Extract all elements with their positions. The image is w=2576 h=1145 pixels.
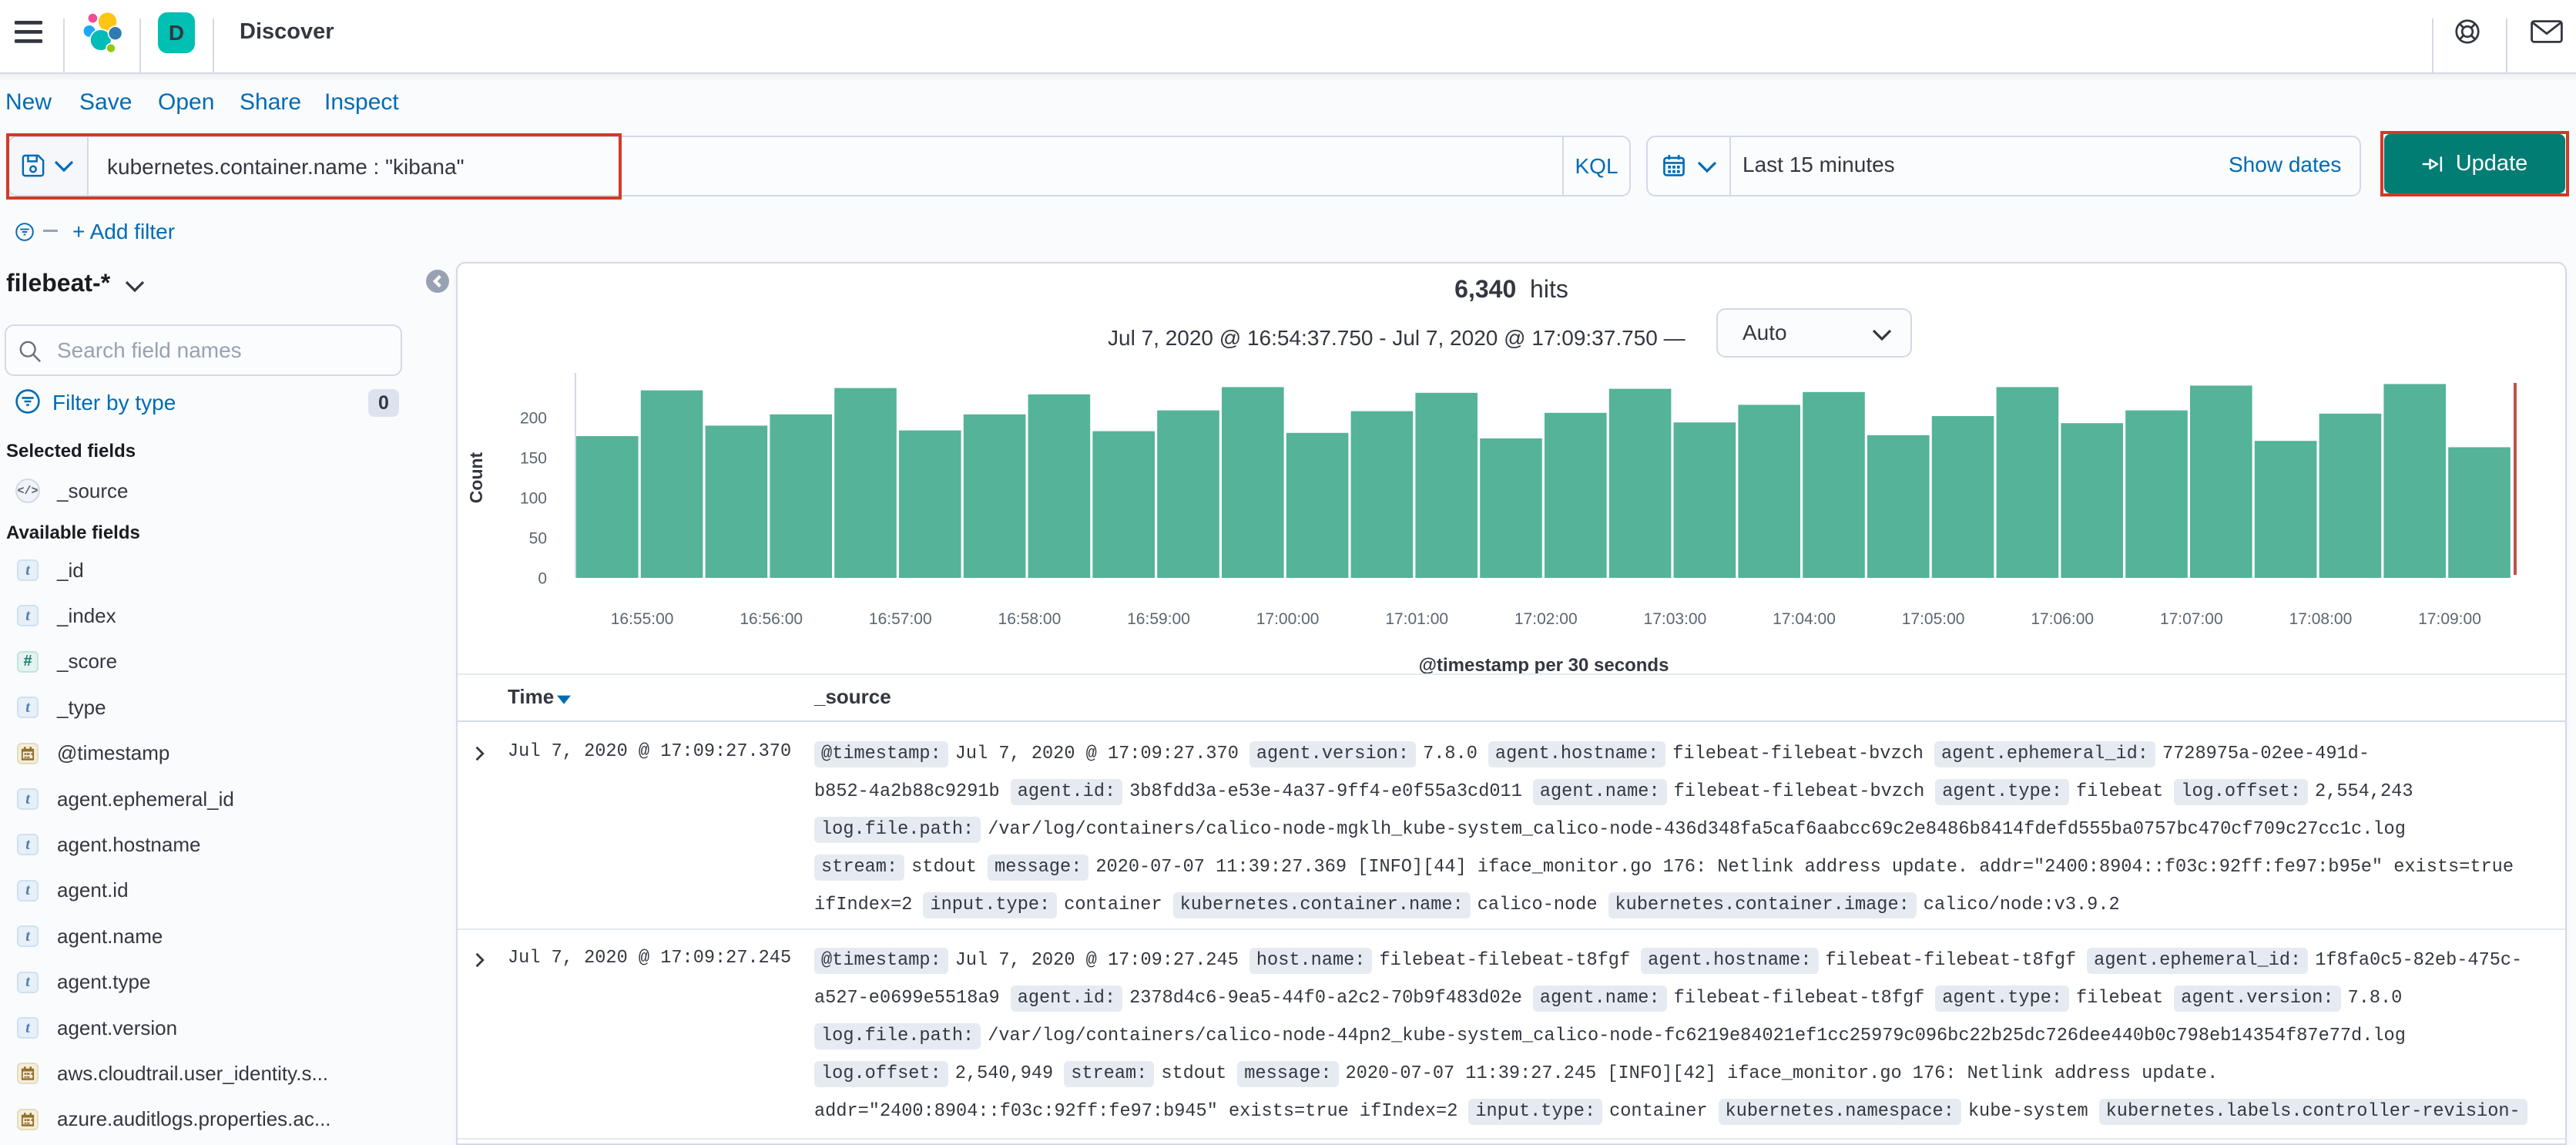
svg-text:0: 0 <box>538 570 547 588</box>
svg-text:16:58:00: 16:58:00 <box>998 610 1062 628</box>
svg-text:200: 200 <box>520 410 547 428</box>
svg-text:100: 100 <box>520 490 547 508</box>
svg-text:16:56:00: 16:56:00 <box>740 610 803 628</box>
svg-text:16:57:00: 16:57:00 <box>869 610 932 628</box>
svg-text:17:07:00: 17:07:00 <box>2160 610 2223 628</box>
svg-text:17:06:00: 17:06:00 <box>2031 610 2094 628</box>
svg-text:16:55:00: 16:55:00 <box>611 610 674 628</box>
svg-text:17:01:00: 17:01:00 <box>1385 610 1448 628</box>
svg-text:50: 50 <box>529 530 547 548</box>
svg-text:Count: Count <box>466 452 486 503</box>
svg-text:17:03:00: 17:03:00 <box>1644 610 1707 628</box>
svg-text:17:02:00: 17:02:00 <box>1514 610 1578 628</box>
svg-text:150: 150 <box>520 450 547 468</box>
svg-text:16:59:00: 16:59:00 <box>1127 610 1190 628</box>
svg-text:@timestamp per 30 seconds: @timestamp per 30 seconds <box>1419 655 1669 676</box>
svg-text:17:09:00: 17:09:00 <box>2418 610 2481 628</box>
svg-text:17:05:00: 17:05:00 <box>1902 610 1965 628</box>
svg-text:17:00:00: 17:00:00 <box>1256 610 1320 628</box>
svg-text:17:04:00: 17:04:00 <box>1773 610 1836 628</box>
svg-text:17:08:00: 17:08:00 <box>2289 610 2353 628</box>
